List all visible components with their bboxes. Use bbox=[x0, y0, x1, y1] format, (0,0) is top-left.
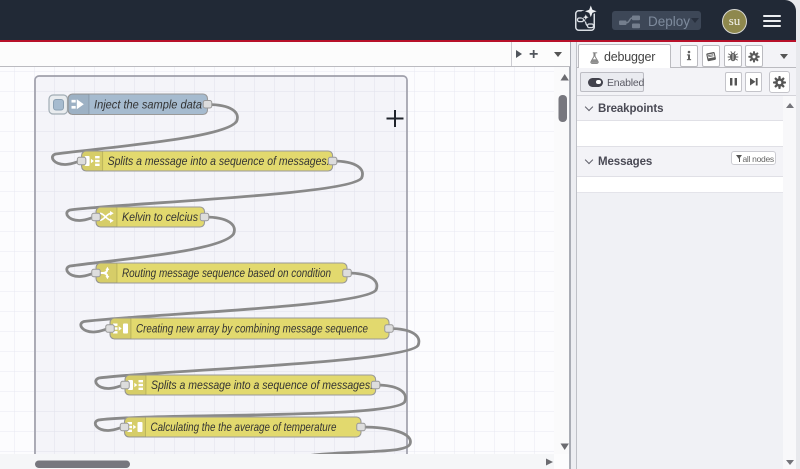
svg-text:Inject the sample data: Inject the sample data bbox=[94, 97, 202, 111]
svg-text:Routing message sequence based: Routing message sequence based on condit… bbox=[122, 266, 331, 280]
svg-text:Splits a message into a sequen: Splits a message into a sequence of mess… bbox=[151, 378, 373, 392]
svg-text:Kelvin to celcius: Kelvin to celcius bbox=[122, 210, 198, 224]
svg-text:Creating new array by combinin: Creating new array by combining message … bbox=[136, 322, 368, 336]
svg-text:Calculating the the average of: Calculating the the average of temperatu… bbox=[151, 420, 337, 434]
svg-text:Splits a message into a sequen: Splits a message into a sequence of mess… bbox=[108, 154, 330, 168]
